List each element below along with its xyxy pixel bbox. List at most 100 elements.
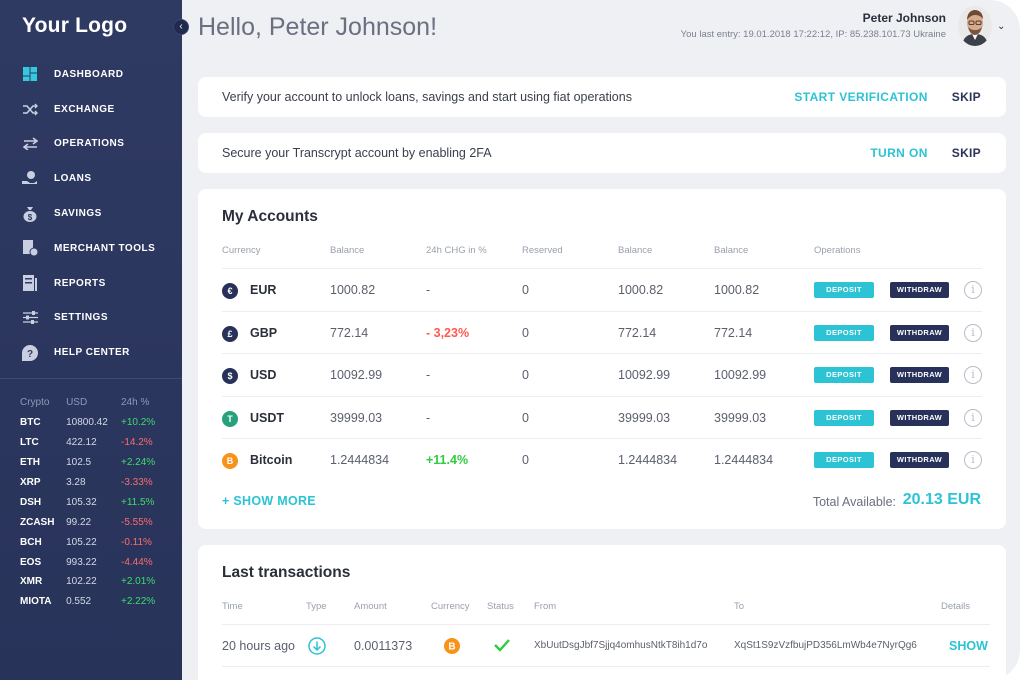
table-row[interactable] xyxy=(222,666,990,680)
my-accounts-card: My Accounts Currency Balance 24h CHG in … xyxy=(198,189,1006,529)
skip-button[interactable]: SKIP xyxy=(952,146,981,160)
tx-to-address[interactable]: XqSt1S9zVzfbujPD356LmWb4e7NyrQg6 xyxy=(734,625,917,667)
info-icon[interactable]: i xyxy=(964,281,982,299)
info-icon[interactable]: i xyxy=(964,366,982,384)
deposit-button[interactable]: DEPOSIT xyxy=(814,409,874,426)
currency-name: USDT xyxy=(250,410,285,425)
sidebar-item-savings[interactable]: $ SAVINGS xyxy=(0,196,182,231)
last-entry-info: You last entry: 19.01.2018 17:22:12, IP:… xyxy=(680,29,946,40)
column-header-balance: Balance xyxy=(618,245,653,256)
collapse-sidebar-button[interactable]: ‹ xyxy=(173,19,189,35)
withdraw-button[interactable]: WITHDRAW xyxy=(890,452,949,468)
skip-button[interactable]: SKIP xyxy=(952,90,981,104)
balance: 10092.99 xyxy=(330,368,383,382)
crypto-row[interactable]: BCH 105.22 -0.11% xyxy=(20,532,170,552)
column-header-details: Details xyxy=(941,601,971,612)
info-icon[interactable]: i xyxy=(964,451,982,469)
crypto-usd-price: 0.552 xyxy=(66,596,92,608)
sidebar-item-merchant-tools[interactable]: MERCHANT TOOLS xyxy=(0,231,182,266)
report-icon xyxy=(22,275,38,292)
currency-icon: B xyxy=(222,453,238,469)
tx-from-address[interactable]: XbUutDsgJbf7Sjjq4omhusNtkT8ih1d7o xyxy=(534,625,707,667)
column-header-amount: Amount xyxy=(354,601,387,612)
sidebar-item-label: HELP CENTER xyxy=(54,347,130,359)
show-details-button[interactable]: SHOW xyxy=(949,625,988,667)
sidebar-item-operations[interactable]: OPERATIONS xyxy=(0,127,182,162)
crypto-row[interactable]: LTC 422.12 -14.2% xyxy=(20,433,170,453)
sidebar-item-help-center[interactable]: ? HELP CENTER xyxy=(0,335,182,370)
crypto-row[interactable]: MIOTA 0.552 +2.22% xyxy=(20,592,170,612)
hand-coin-icon xyxy=(22,171,38,187)
turn-on-button[interactable]: TURN ON xyxy=(870,146,927,160)
balance-secondary: 39999.03 xyxy=(618,410,671,425)
crypto-row[interactable]: XRP 3.28 -3.33% xyxy=(20,473,170,493)
account-row: £ GBP 772.14 - 3,23% 0 772.14 772.14 DEPOSIT WIT… xyxy=(222,310,982,354)
sidebar-item-label: LOANS xyxy=(54,173,92,185)
sidebar-item-exchange[interactable]: EXCHANGE xyxy=(0,92,182,127)
column-header-type: Type xyxy=(306,601,327,612)
crypto-row[interactable]: XMR 102.22 +2.01% xyxy=(20,572,170,592)
info-icon[interactable]: i xyxy=(964,323,982,342)
last-transactions-card: Last transactions Time Type Amount Curre… xyxy=(198,545,1006,680)
balance-tertiary: 39999.03 xyxy=(714,410,767,425)
crypto-24h-change: +10.2% xyxy=(120,417,156,429)
crypto-24h-change: +2.01% xyxy=(120,576,156,588)
crypto-24h-change: +11.5% xyxy=(120,496,155,508)
chevron-down-icon[interactable]: ⌄ xyxy=(997,21,1005,32)
change-24h: +11.4% xyxy=(426,453,469,467)
column-header-reserved: Reserved xyxy=(522,245,563,256)
show-more-button[interactable]: + SHOW MORE xyxy=(222,494,316,508)
reserved: 0 xyxy=(522,453,529,467)
balance-secondary: 1000.82 xyxy=(618,283,664,297)
change-column-header: 24h % xyxy=(120,397,150,409)
withdraw-button[interactable]: WITHDRAW xyxy=(890,409,949,426)
reserved: 0 xyxy=(522,283,529,297)
deposit-button[interactable]: DEPOSIT xyxy=(814,367,874,383)
withdraw-button[interactable]: WITHDRAW xyxy=(890,282,949,298)
crypto-symbol: BCH xyxy=(20,536,42,548)
account-row: T USDT 39999.03 - 0 39999.03 39999.03 DEPOSIT WI… xyxy=(222,395,982,439)
crypto-row[interactable]: BTC 10800.42 +10.2% xyxy=(20,413,170,433)
crypto-header-row: Crypto USD 24h % xyxy=(20,393,170,413)
svg-text:?: ? xyxy=(27,349,33,360)
crypto-row[interactable]: ETH 102.5 +2.24% xyxy=(20,453,170,473)
crypto-column-header: Crypto xyxy=(20,397,50,409)
crypto-usd-price: 102.5 xyxy=(66,457,92,469)
crypto-usd-price: 3.28 xyxy=(66,477,86,488)
column-header-balance: Balance xyxy=(330,245,365,256)
logo[interactable]: Your Logo xyxy=(22,14,127,38)
money-bag-icon: $ xyxy=(22,206,38,222)
avatar[interactable] xyxy=(958,6,992,46)
dashboard-icon xyxy=(22,66,38,82)
deposit-button[interactable]: DEPOSIT xyxy=(814,282,874,298)
user-name[interactable]: Peter Johnson xyxy=(863,11,946,25)
currency-icon: T xyxy=(222,410,238,427)
sidebar-item-reports[interactable]: REPORTS xyxy=(0,266,182,301)
sidebar-item-settings[interactable]: SETTINGS xyxy=(0,301,182,336)
account-row: € EUR 1000.82 - 0 1000.82 1000.82 DEPOSIT WITHDR… xyxy=(222,268,982,311)
crypto-usd-price: 99.22 xyxy=(66,516,92,528)
currency-icon: € xyxy=(222,283,238,299)
deposit-button[interactable]: DEPOSIT xyxy=(814,324,874,341)
crypto-symbol: ZCASH xyxy=(20,516,55,528)
start-verification-button[interactable]: START VERIFICATION xyxy=(794,90,927,104)
page-title: Hello, Peter Johnson! xyxy=(198,13,438,41)
table-row[interactable]: 20 hours ago 0.0011373 B XbUutDsgJbf7Sjj… xyxy=(222,624,990,666)
deposit-button[interactable]: DEPOSIT xyxy=(814,452,874,468)
crypto-row[interactable]: ZCASH 99.22 -5.55% xyxy=(20,512,170,532)
crypto-row[interactable]: DSH 105.32 +11.5% xyxy=(20,492,170,512)
balance-secondary: 10092.99 xyxy=(618,368,671,382)
crypto-symbol: XMR xyxy=(20,576,43,588)
sidebar-item-label: REPORTS xyxy=(54,277,106,289)
balance-tertiary: 1000.82 xyxy=(714,283,760,297)
withdraw-button[interactable]: WITHDRAW xyxy=(890,367,949,383)
column-header-from: From xyxy=(534,601,557,612)
sidebar-item-loans[interactable]: LOANS xyxy=(0,161,182,196)
sidebar-item-dashboard[interactable]: DASHBOARD xyxy=(0,57,182,92)
check-icon xyxy=(494,638,510,654)
section-title: My Accounts xyxy=(222,208,318,225)
crypto-symbol: MIOTA xyxy=(20,596,52,608)
info-icon[interactable]: i xyxy=(964,408,982,427)
withdraw-button[interactable]: WITHDRAW xyxy=(890,324,949,341)
crypto-row[interactable]: EOS 993.22 -4.44% xyxy=(20,552,170,572)
